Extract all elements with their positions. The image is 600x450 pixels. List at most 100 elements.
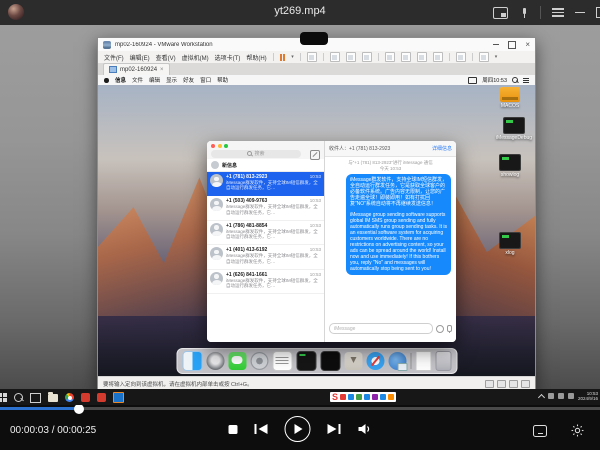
taskbar-search-icon[interactable] [14, 393, 23, 402]
maximize-button[interactable] [596, 7, 600, 18]
macos-clock[interactable]: 周四10:53 [482, 76, 507, 84]
tray-clock[interactable]: 10:53 2024/9/16 [578, 391, 598, 401]
remote-desktop-icon[interactable] [388, 352, 406, 370]
document-icon[interactable] [415, 351, 431, 371]
menu-view[interactable]: 查看(V) [156, 53, 176, 62]
microphone-icon[interactable] [447, 325, 452, 332]
red-app-icon[interactable] [97, 393, 106, 402]
toolbar-console-icon[interactable] [385, 52, 395, 62]
spotlight-icon[interactable] [512, 77, 518, 83]
conversation-item[interactable]: +1 (781) 813-2923 10:53 iMessage群发软件，支持全… [207, 172, 324, 196]
start-icon[interactable] [0, 393, 7, 402]
macos-menu-window[interactable]: 窗口 [200, 76, 211, 84]
tray-chevron-icon[interactable] [538, 393, 545, 400]
vm-tab[interactable]: mp02-160924 × [103, 63, 170, 75]
desktop-icon-showlog[interactable]: showlog [491, 154, 529, 178]
menu-file[interactable]: 文件(F) [104, 53, 124, 62]
toolbar-library-icon[interactable] [456, 52, 466, 62]
conversation-item[interactable]: +1 (401) 413-6192 10:53 iMessage群发软件，支持全… [207, 245, 324, 269]
tray-icon[interactable] [548, 393, 554, 399]
menu-tabs[interactable]: 选项卡(T) [215, 53, 241, 62]
launchpad-icon[interactable] [206, 352, 224, 370]
new-message-row[interactable]: 新信息 [207, 159, 324, 172]
toolbar-unity-icon[interactable] [417, 52, 427, 62]
video-frame[interactable]: mp02-160924 - VMware Workstation × 文件(F)… [0, 25, 600, 405]
toolbar-icon[interactable] [330, 52, 340, 62]
zoom-traffic-light[interactable] [224, 144, 228, 148]
desktop-icon-xlog[interactable]: xlog [491, 232, 529, 256]
imessage-input[interactable]: iMessage [329, 323, 433, 334]
minimize-traffic-light[interactable] [218, 144, 222, 148]
menu-edit[interactable]: 编辑(E) [130, 53, 150, 62]
fullscreen-button[interactable] [533, 425, 547, 437]
tray-icon[interactable] [568, 393, 574, 399]
notification-center-icon[interactable] [523, 78, 529, 83]
vmware-close-button[interactable]: × [525, 41, 530, 49]
sound-status-icon[interactable] [521, 380, 530, 388]
next-button[interactable] [328, 423, 341, 435]
toolbar-fullscreen-icon[interactable] [401, 52, 411, 62]
conversation-item[interactable]: +1 (503) 409-9763 10:53 iMessage群发软件，支持全… [207, 196, 324, 220]
menu-vm[interactable]: 虚拟机(M) [182, 53, 209, 62]
file-explorer-icon[interactable] [48, 394, 58, 402]
toolbar-dropdown-icon[interactable]: ▾ [495, 54, 498, 60]
power-dropdown-icon[interactable]: ▾ [291, 54, 294, 60]
messages-icon[interactable] [228, 352, 246, 370]
macos-menu-file[interactable]: 文件 [132, 76, 143, 84]
minimize-button[interactable] [575, 12, 585, 14]
tray-icon[interactable] [558, 393, 564, 399]
play-button[interactable] [285, 416, 311, 442]
textedit-icon[interactable] [272, 351, 292, 371]
volume-button[interactable] [358, 423, 372, 435]
trash-icon[interactable] [435, 351, 451, 371]
desktop-icon-imessagedebug[interactable]: iMessageDebug [495, 117, 533, 141]
previous-button[interactable] [255, 423, 268, 435]
toolbar-icon[interactable] [362, 52, 372, 62]
conversation-item[interactable]: +1 (786) 481-8854 10:53 iMessage群发软件，支持全… [207, 221, 324, 245]
network-status-icon[interactable] [509, 380, 518, 388]
macos-menu-buddies[interactable]: 好友 [183, 76, 194, 84]
toolbar-icon[interactable] [479, 52, 489, 62]
display-status-icon[interactable] [468, 77, 477, 84]
installer-icon[interactable] [344, 352, 362, 370]
settings-gear-icon[interactable] [571, 424, 584, 437]
terminal2-icon[interactable] [320, 351, 340, 371]
red-app-icon[interactable] [81, 393, 90, 402]
finder-icon[interactable] [182, 351, 202, 371]
search-input[interactable]: 搜索 [211, 150, 301, 158]
vmware-maximize-button[interactable] [508, 41, 516, 49]
vmware-taskbar-icon[interactable] [113, 392, 124, 403]
menu-icon[interactable] [552, 8, 564, 17]
vm-tab-close-icon[interactable]: × [160, 67, 164, 73]
desktop-icon-macos-drive[interactable]: MACOS [491, 87, 529, 109]
conversation-item[interactable]: +1 (626) 841-1661 10:53 iMessage群发软件，支持全… [207, 270, 324, 294]
vmware-minimize-button[interactable] [493, 44, 499, 45]
seek-bar[interactable] [0, 407, 600, 410]
compose-button[interactable] [310, 150, 320, 160]
close-traffic-light[interactable] [211, 144, 215, 148]
macos-menu-app[interactable]: 信息 [115, 76, 126, 84]
safari-icon[interactable] [366, 352, 384, 370]
cdrom-status-icon[interactable] [497, 380, 506, 388]
toolbar-snapshot-icon[interactable] [307, 52, 317, 62]
terminal-app-icon [503, 117, 525, 134]
macos-menu-edit[interactable]: 编辑 [149, 76, 160, 84]
apple-menu-icon[interactable] [104, 78, 109, 83]
chrome-icon[interactable] [65, 393, 74, 402]
macos-menu-help[interactable]: 帮助 [217, 76, 228, 84]
toolbar-icon[interactable] [433, 52, 443, 62]
hdd-status-icon[interactable] [485, 380, 494, 388]
mini-player-icon[interactable] [493, 7, 508, 19]
pin-icon[interactable] [519, 8, 529, 18]
suspend-icon[interactable] [280, 54, 286, 61]
macos-menu-view[interactable]: 显示 [166, 76, 177, 84]
toolbar-icon[interactable] [346, 52, 356, 62]
menu-help[interactable]: 帮助(H) [246, 53, 266, 62]
details-link[interactable]: 详细信息 [432, 145, 452, 152]
task-view-icon[interactable] [30, 393, 41, 403]
system-preferences-icon[interactable] [250, 352, 268, 370]
seek-handle[interactable] [74, 404, 84, 414]
emoji-icon[interactable] [436, 325, 444, 333]
stop-button[interactable] [229, 425, 238, 434]
terminal-icon[interactable] [296, 351, 316, 371]
